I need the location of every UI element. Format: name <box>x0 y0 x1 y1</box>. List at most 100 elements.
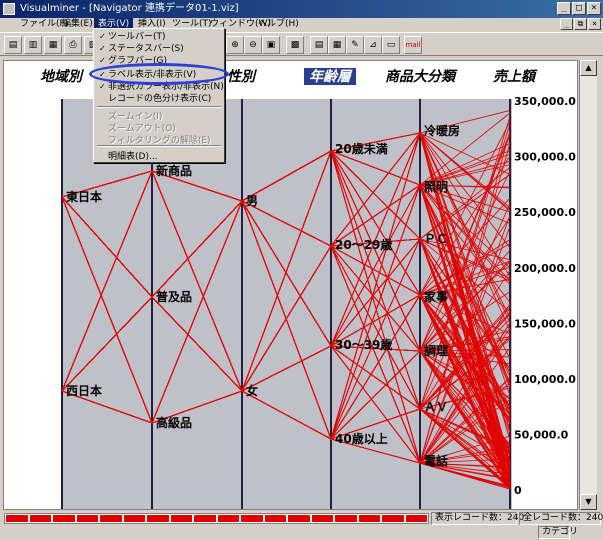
category-label: 男 <box>246 194 258 208</box>
title-bar: Visualminer - [Navigator 連携データ01-1.viz] … <box>0 0 603 18</box>
menu-separator <box>97 145 221 147</box>
zoom-in-icon[interactable]: ⊕ <box>226 36 244 54</box>
minimize-button[interactable]: _ <box>557 2 571 15</box>
window-title: Visualminer - [Navigator 連携データ01-1.viz] <box>20 3 239 14</box>
view-menu-item-label: ズームアウト(O) <box>108 124 176 134</box>
parallel-coordinates-plot[interactable]: 地域別 性別 年齢層 商品大分類 売上額東日本西日本 新商品普及品高級品 男女 20歳未満 20… <box>3 60 578 510</box>
progress-bar <box>4 513 429 524</box>
maximize-button[interactable]: □ <box>572 2 586 15</box>
axis-header-label: 性別 <box>227 68 258 85</box>
table-icon[interactable]: ▤ <box>310 36 328 54</box>
view-menu-item-label: ステータスバー(S) <box>108 44 184 54</box>
zoom-out-icon[interactable]: ⊖ <box>244 36 262 54</box>
progress-segment <box>382 515 404 522</box>
menu-edit[interactable]: 編集(E) <box>58 18 97 31</box>
app-window: Visualminer - [Navigator 連携データ01-1.viz] … <box>0 0 603 540</box>
save-icon[interactable]: ▥ <box>24 36 42 54</box>
progress-segment <box>53 515 75 522</box>
category-label: 女 <box>246 383 258 398</box>
tick-label: 250,000.0 <box>514 206 576 219</box>
progress-segment <box>288 515 310 522</box>
category-label: 普及品 <box>156 289 192 304</box>
tick-label: 150,000.0 <box>514 317 576 330</box>
checkmark-icon: ✓ <box>99 56 106 65</box>
view-menu-item[interactable]: ✓ ステータスバー(S) <box>96 43 222 55</box>
vertical-scrollbar[interactable]: ▲ ▼ <box>579 60 597 510</box>
tick-label: 100,000.0 <box>514 373 576 386</box>
axis-header-label: 地域別 <box>40 68 85 85</box>
checkmark-icon: ✓ <box>99 44 106 53</box>
category-label: 照明 <box>424 179 448 194</box>
grid-icon[interactable]: ▦ <box>328 36 346 54</box>
print-icon[interactable]: ⎙ <box>64 36 82 54</box>
doc-minimize-button[interactable]: _ <box>560 18 573 30</box>
progress-segment <box>358 515 380 522</box>
window-controls: _ □ × <box>557 2 601 15</box>
category-label: 40歳以上 <box>335 431 388 446</box>
checkmark-icon: ✓ <box>99 82 106 91</box>
stamp-icon[interactable]: ▭ <box>382 36 400 54</box>
category-label: 新商品 <box>156 163 192 178</box>
open-icon[interactable]: ▤ <box>4 36 22 54</box>
scroll-down-arrow-icon[interactable]: ▼ <box>580 494 597 510</box>
progress-segment <box>311 515 333 522</box>
category-label: 20～29歳 <box>335 237 392 252</box>
mail-icon[interactable]: mail <box>404 36 422 54</box>
category-label: ＰＣ <box>424 232 448 246</box>
progress-segment <box>335 515 357 522</box>
fit-icon[interactable]: ▣ <box>262 36 280 54</box>
menu-help[interactable]: ヘルプ(H) <box>254 18 303 31</box>
view-menu-item-label: 明細表(D)... <box>108 152 158 162</box>
axis-header-label: 商品大分類 <box>385 68 458 85</box>
category-label: 電話 <box>424 453 448 468</box>
view-menu-item-label: ズームイン(I) <box>108 112 163 122</box>
category-indicator: カテゴリ <box>538 526 578 539</box>
tick-label: 50,000.0 <box>514 429 569 442</box>
tick-label: 350,000.0 <box>514 95 576 108</box>
view-menu-item: ズームアウト(O) <box>96 123 222 135</box>
category-label: 西日本 <box>66 383 102 398</box>
progress-segment <box>76 515 98 522</box>
displayed-record-count: 表示レコード数：240 <box>431 512 524 525</box>
doc-restore-button[interactable]: ⧉ <box>574 18 587 30</box>
document-controls: _ ⧉ × <box>560 18 601 30</box>
total-record-count: 全レコード数：240 <box>519 512 603 525</box>
scroll-up-arrow-icon[interactable]: ▲ <box>580 60 597 76</box>
menu-bar: ファイル(F) 編集(E) 表示(V) 挿入(I) ツール(T) ウィンドウ(W… <box>0 18 603 31</box>
tick-label: 0 <box>514 484 522 497</box>
category-label: 高級品 <box>156 415 192 430</box>
chart-svg[interactable]: 地域別 性別 年齢層 商品大分類 売上額東日本西日本 新商品普及品高級品 男女 20歳未満 20… <box>4 61 578 510</box>
highlight-ring <box>89 63 229 85</box>
toolbar: ▤ ▥ ▦ ⎙ ▧ ⊕ ⊖ ▣ ▩ ▤ ▦ ✎ ⊿ ▭ mail <box>0 32 603 56</box>
progress-segment <box>241 515 263 522</box>
status-bar: 表示レコード数：240 全レコード数：240 カテゴリ <box>0 511 603 540</box>
progress-segment <box>123 515 145 522</box>
category-label: 冷暖房 <box>424 123 460 138</box>
progress-segment <box>217 515 239 522</box>
doc-close-button[interactable]: × <box>588 18 601 30</box>
filter-icon[interactable]: ⊿ <box>364 36 382 54</box>
view-menu-item[interactable]: レコードの色分け表示(C) <box>96 93 222 105</box>
progress-segment <box>6 515 28 522</box>
progress-segment <box>405 515 427 522</box>
axis-header-label: 年齢層 <box>309 68 353 85</box>
save-all-icon[interactable]: ▦ <box>44 36 62 54</box>
tick-label: 300,000.0 <box>514 151 576 164</box>
brush-icon[interactable]: ✎ <box>346 36 364 54</box>
progress-segment <box>29 515 51 522</box>
category-label: 東日本 <box>66 189 102 204</box>
checkmark-icon: ✓ <box>99 32 106 41</box>
category-label: ＡＶ <box>424 400 448 414</box>
view-menu-item[interactable]: ✓ ツールバー(T) <box>96 31 222 43</box>
category-label: 家事 <box>424 289 448 304</box>
close-button[interactable]: × <box>587 2 601 15</box>
select-icon[interactable]: ▩ <box>286 36 304 54</box>
app-icon <box>3 3 15 15</box>
progress-segment <box>170 515 192 522</box>
category-label: 20歳未満 <box>335 141 388 156</box>
view-menu-item[interactable]: 明細表(D)... <box>96 151 222 163</box>
axis-header-label: 売上額 <box>493 68 538 85</box>
view-menu-item-label: レコードの色分け表示(C) <box>108 94 212 104</box>
view-menu-item: ズームイン(I) <box>96 111 222 123</box>
view-menu-item-label: ツールバー(T) <box>108 32 166 42</box>
